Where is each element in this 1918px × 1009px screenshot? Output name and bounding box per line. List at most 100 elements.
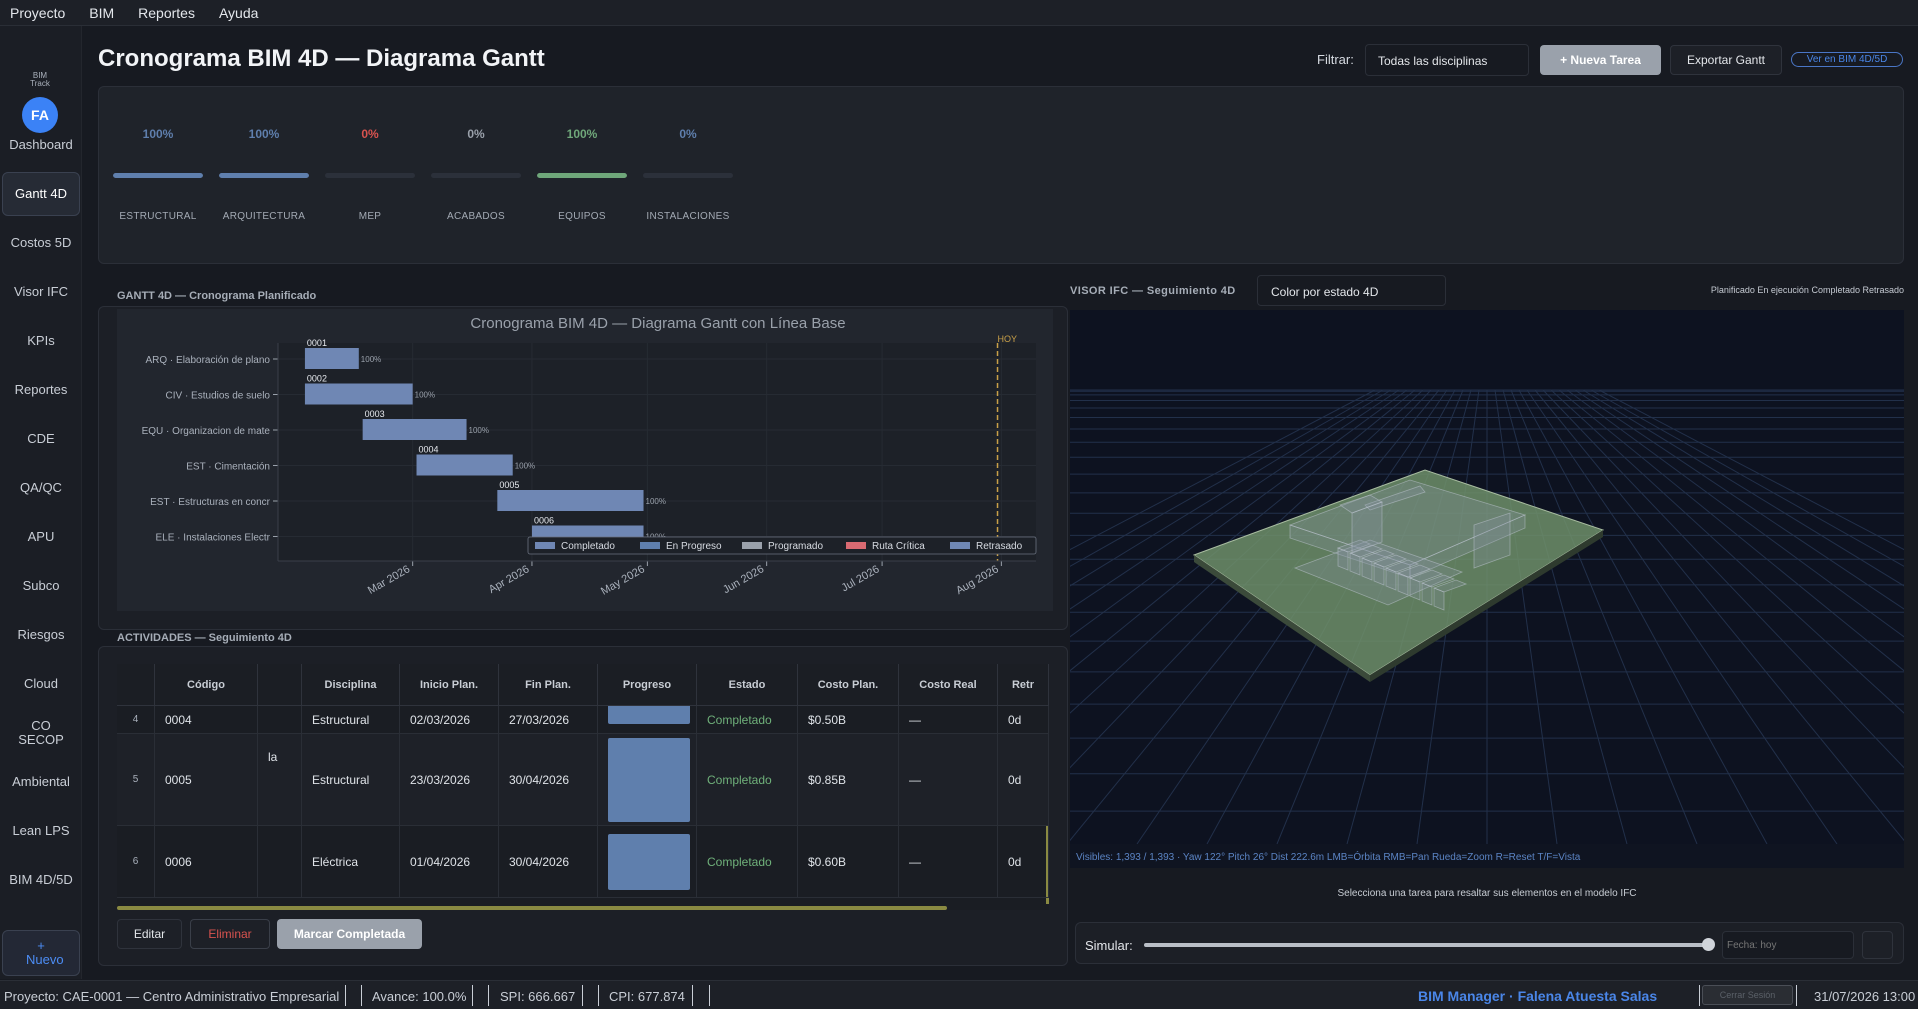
activities-table[interactable]: Código Disciplina Inicio Plan. Fin Plan. Pro… (117, 664, 1049, 910)
activities-section-title: ACTIVIDADES — Seguimiento 4D (117, 632, 292, 644)
cpi-status: CPI: 677.874 (609, 989, 685, 1004)
color-mode-select[interactable]: Color por estado 4D (1257, 275, 1446, 306)
column-header[interactable] (117, 664, 155, 706)
column-header[interactable]: Retr (998, 664, 1049, 706)
gantt-task-bar[interactable] (416, 454, 513, 476)
sidebar-item-riesgos[interactable]: Riesgos (2, 613, 80, 657)
column-header[interactable]: Costo Real (899, 664, 998, 706)
sidebar-item-bim-4d-5d[interactable]: BIM 4D/5D (2, 858, 80, 902)
sidebar-item-cde[interactable]: CDE (2, 417, 80, 461)
discipline-percent: 100% (248, 127, 280, 141)
simulation-play-button[interactable] (1862, 931, 1893, 959)
column-header[interactable]: Estado (697, 664, 798, 706)
table-cell: 23/03/2026 (400, 734, 499, 825)
viewer-grid-line (1494, 389, 1558, 844)
menu-reportes[interactable]: Reportes (138, 5, 195, 21)
menu-bar: Proyecto BIM Reportes Ayuda (0, 0, 1918, 26)
column-header[interactable]: Progreso (598, 664, 697, 706)
delete-button[interactable]: Eliminar (190, 919, 270, 949)
sidebar-item-reportes[interactable]: Reportes (2, 368, 80, 412)
table-cell: 30/04/2026 (499, 734, 598, 825)
table-cell: 0d (998, 826, 1049, 897)
column-header[interactable]: Costo Plan. (798, 664, 899, 706)
gantt-task-bar[interactable] (304, 348, 359, 369)
table-cell: 0005 (155, 734, 258, 825)
ifc-hint: Selecciona una tarea para resaltar sus e… (1337, 888, 1637, 899)
gantt-today-label: HOY (998, 334, 1018, 344)
sidebar-item-qa-qc[interactable]: QA/QC (2, 466, 80, 510)
discipline-progress-bar (431, 173, 521, 178)
gantt-task-bar[interactable] (304, 383, 413, 405)
simulation-slider[interactable] (1144, 943, 1710, 947)
discipline-label: INSTALACIONES (646, 211, 730, 222)
gantt-task-bar[interactable] (362, 419, 467, 440)
ifc-viewer-title: VISOR IFC — Seguimiento 4D (1070, 285, 1236, 297)
sidebar-item-lean-lps[interactable]: Lean LPS (2, 809, 80, 853)
column-header[interactable] (258, 664, 302, 706)
edit-button[interactable]: Editar (117, 919, 182, 949)
ifc-3d-scene (1070, 389, 1904, 844)
sidebar-item-visor-ifc[interactable]: Visor IFC (2, 270, 80, 314)
sidebar-item-cloud[interactable]: Cloud (2, 662, 80, 706)
table-cell (598, 706, 697, 733)
menu-ayuda[interactable]: Ayuda (219, 5, 258, 21)
column-header[interactable]: Fin Plan. (499, 664, 598, 706)
menu-proyecto[interactable]: Proyecto (10, 5, 65, 21)
sidebar-item-co-secop[interactable]: CO SECOP (2, 711, 80, 755)
column-header[interactable]: Código (155, 664, 258, 706)
sidebar-item-costos-5d[interactable]: Costos 5D (2, 221, 80, 265)
progress-block (608, 706, 690, 724)
discipline-progress-bar (643, 173, 733, 178)
discipline-progress-bar (537, 173, 627, 178)
column-header[interactable]: Disciplina (302, 664, 400, 706)
ifc-3d-viewport[interactable] (1070, 310, 1904, 844)
new-item-button[interactable]: + Nuevo (2, 930, 80, 976)
discipline-label: EQUIPOS (558, 211, 606, 222)
table-row[interactable]: 5 0005 la Estructural 23/03/2026 30/04/2026 Co… (117, 734, 1049, 826)
gantt-task-code: 0006 (534, 516, 554, 526)
gantt-task-code: 0004 (419, 445, 439, 455)
new-task-button[interactable]: + Nueva Tarea (1540, 45, 1661, 75)
discipline-percent: 0% (679, 127, 697, 141)
sidebar-item-gantt-4d[interactable]: Gantt 4D (2, 172, 80, 216)
gantt-plot-area (278, 343, 1036, 561)
table-cell: Completado (697, 706, 798, 733)
progress-block (608, 737, 690, 822)
sidebar-item-ambiental[interactable]: Ambiental (2, 760, 80, 804)
column-header[interactable]: Inicio Plan. (400, 664, 499, 706)
gantt-legend-label: Retrasado (976, 541, 1023, 552)
sidebar-item-subco[interactable]: Subco (2, 564, 80, 608)
gantt-task-code: 0003 (365, 409, 385, 419)
menu-bim[interactable]: BIM (89, 5, 114, 21)
table-cell: — (899, 734, 998, 825)
simulation-date-input[interactable] (1722, 931, 1854, 959)
discipline-card-instalaciones: 0% INSTALACIONES (642, 87, 734, 265)
gantt-task-pct: 100% (415, 391, 435, 400)
viewer-grid-line (1566, 389, 1904, 638)
gantt-task-label: EST · Cimentación (186, 462, 270, 473)
new-item-label: + Nuevo (26, 938, 64, 967)
simulation-slider-handle[interactable] (1702, 938, 1715, 951)
table-row[interactable]: 4 0004 Estructural 02/03/2026 27/03/2026 Comp… (117, 706, 1049, 734)
horizontal-scrollbar[interactable] (117, 906, 947, 910)
gantt-legend-label: Ruta Crítica (872, 541, 925, 552)
discipline-filter-select[interactable]: Todas las disciplinas (1365, 44, 1529, 76)
project-status: Proyecto: CAE-0001 — Centro Administrati… (4, 989, 340, 1004)
sidebar-item-dashboard[interactable]: Dashboard (2, 123, 80, 167)
table-row[interactable]: 6 0006 Eléctrica 01/04/2026 30/04/2026 Comple… (117, 826, 1049, 898)
gantt-task-code: 0005 (499, 480, 519, 490)
current-user: BIM Manager · Falena Atuesta Salas (1418, 988, 1658, 1004)
sidebar-item-kpis[interactable]: KPIs (2, 319, 80, 363)
mark-completed-button[interactable]: Marcar Completada (277, 919, 422, 949)
gantt-legend-swatch (950, 542, 970, 549)
discipline-card-arquitectura: 100% ARQUITECTURA (218, 87, 310, 265)
logout-button[interactable]: Cerrar Sesión (1702, 985, 1793, 1005)
view-bim-4d5d-link[interactable]: Ver en BIM 4D/5D (1791, 52, 1903, 67)
viewer-grid-line (1542, 389, 1904, 769)
table-cell: Estructural (302, 706, 400, 733)
table-cell: 30/04/2026 (499, 826, 598, 897)
sidebar-item-apu[interactable]: APU (2, 515, 80, 559)
discipline-progress-bar (113, 173, 203, 178)
export-gantt-button[interactable]: Exportar Gantt (1670, 45, 1782, 75)
gantt-task-bar[interactable] (497, 490, 644, 511)
